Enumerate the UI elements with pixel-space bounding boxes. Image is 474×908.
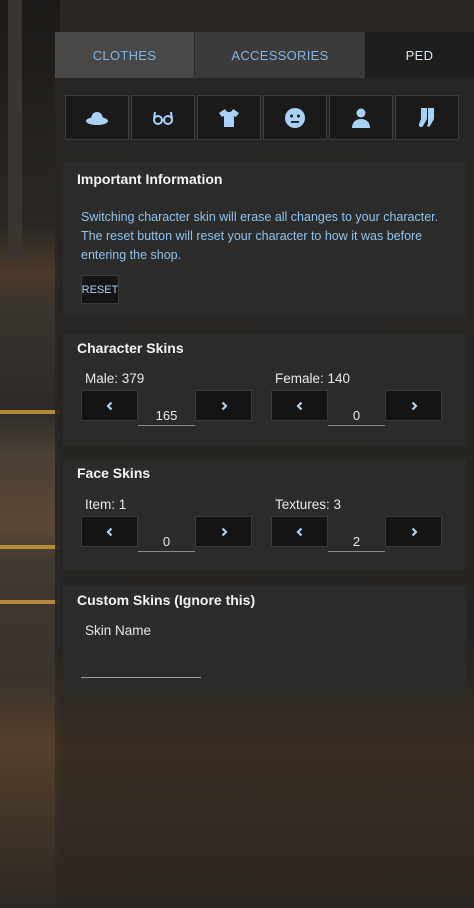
road-marking xyxy=(0,410,60,414)
chevron-right-icon xyxy=(221,527,228,536)
category-bar xyxy=(65,95,459,140)
chevron-left-icon xyxy=(295,401,302,410)
textures-prev-button[interactable] xyxy=(271,516,328,547)
item-input[interactable]: 0 xyxy=(138,526,195,552)
ped-menu-panel: CLOTHES ACCESSORIES PED Important Inform… xyxy=(55,32,474,908)
category-glasses-button[interactable] xyxy=(131,95,195,140)
male-prev-button[interactable] xyxy=(81,390,138,421)
category-socks-button[interactable] xyxy=(395,95,459,140)
tab-clothes[interactable]: CLOTHES xyxy=(55,32,195,78)
info-card: Important Information Switching characte… xyxy=(63,162,466,317)
category-hat-button[interactable] xyxy=(65,95,129,140)
road-marking xyxy=(0,545,60,549)
skin-name-label: Skin Name xyxy=(85,623,152,638)
tab-accessories[interactable]: ACCESSORIES xyxy=(195,32,365,78)
glasses-icon xyxy=(153,111,173,125)
chevron-left-icon xyxy=(105,527,112,536)
road-marking xyxy=(0,600,60,604)
info-title: Important Information xyxy=(77,171,223,187)
textures-input[interactable]: 2 xyxy=(328,526,385,552)
female-next-button[interactable] xyxy=(385,390,442,421)
female-prev-button[interactable] xyxy=(271,390,328,421)
chevron-right-icon xyxy=(411,527,418,536)
street-pole xyxy=(8,0,22,260)
chevron-left-icon xyxy=(105,401,112,410)
shirt-icon xyxy=(219,108,239,127)
female-skin-input[interactable]: 0 xyxy=(328,400,385,426)
item-prev-button[interactable] xyxy=(81,516,138,547)
male-label: Male: 379 xyxy=(85,371,145,386)
hat-icon xyxy=(86,111,108,125)
custom-skins-card: Custom Skins (Ignore this) Skin Name xyxy=(63,585,466,697)
category-shirt-button[interactable] xyxy=(197,95,261,140)
game-world-background xyxy=(0,0,60,908)
textures-label: Textures: 3 xyxy=(275,497,342,512)
category-face-button[interactable] xyxy=(263,95,327,140)
reset-button[interactable]: RESET xyxy=(81,275,119,304)
custom-skins-title: Custom Skins (Ignore this) xyxy=(77,592,256,608)
person-icon xyxy=(352,108,370,128)
face-skins-card: Face Skins Item: 1 Textures: 3 0 2 xyxy=(63,460,466,570)
item-next-button[interactable] xyxy=(195,516,252,547)
item-label: Item: 1 xyxy=(85,497,127,512)
chevron-left-icon xyxy=(295,527,302,536)
chevron-right-icon xyxy=(221,401,228,410)
chevron-right-icon xyxy=(411,401,418,410)
tab-ped[interactable]: PED xyxy=(365,32,474,78)
male-skin-input[interactable]: 165 xyxy=(138,400,195,426)
character-skins-card: Character Skins Male: 379 Female: 140 16… xyxy=(63,334,466,446)
socks-icon xyxy=(418,107,434,127)
face-skins-title: Face Skins xyxy=(77,465,151,481)
face-icon xyxy=(285,107,305,128)
menu-tabs: CLOTHES ACCESSORIES PED xyxy=(55,32,474,78)
male-next-button[interactable] xyxy=(195,390,252,421)
character-skins-title: Character Skins xyxy=(77,340,184,356)
textures-next-button[interactable] xyxy=(385,516,442,547)
female-label: Female: 140 xyxy=(275,371,351,386)
info-text: Switching character skin will erase all … xyxy=(81,210,439,262)
category-person-button[interactable] xyxy=(329,95,393,140)
skin-name-input[interactable] xyxy=(81,655,201,678)
